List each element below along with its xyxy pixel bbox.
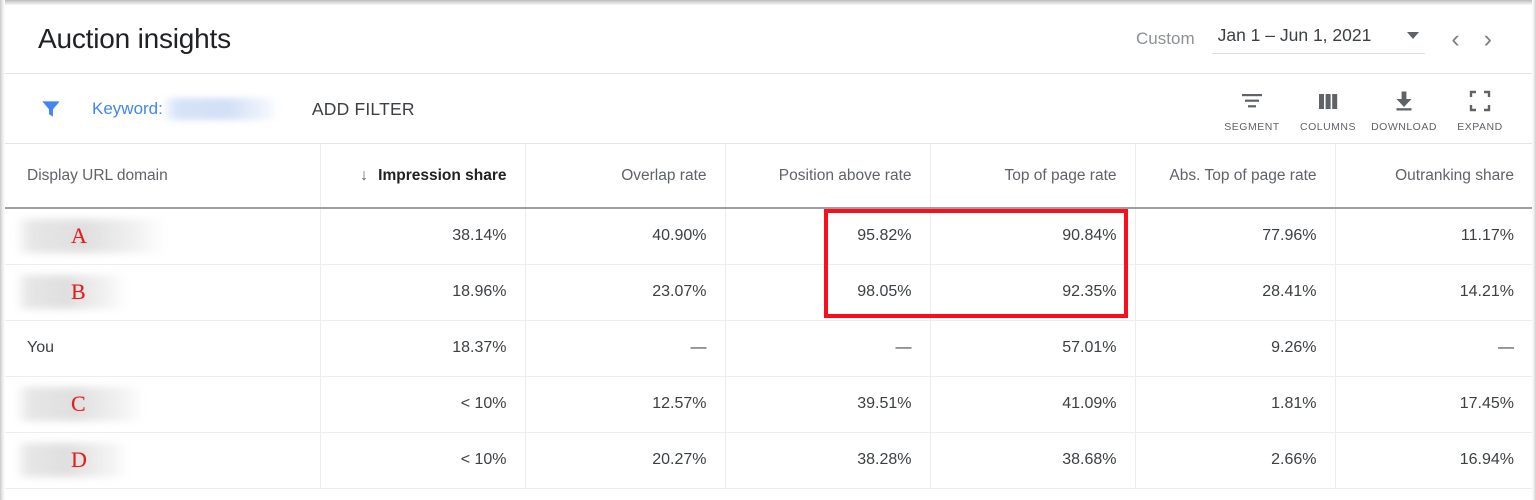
column-header-top-of-page-rate[interactable]: Top of page rate (930, 144, 1136, 209)
column-header-abs-top-of-page-rate[interactable]: Abs. Top of page rate (1135, 144, 1336, 209)
date-preset-label: Custom (1136, 29, 1195, 48)
cell-outranking-share: 14.21% (1335, 264, 1532, 321)
column-header-label: Top of page rate (1004, 166, 1117, 184)
keyword-filter-value-redacted (163, 98, 279, 120)
cell-display-url-domain: C (5, 376, 321, 433)
filter-bar: Keyword: ADD FILTER SEGMENT COLUMNS DOWN… (5, 74, 1532, 144)
cell-outranking-share: 16.94% (1335, 432, 1532, 489)
sort-desc-arrow-icon: ↓ (360, 166, 369, 184)
cell-overlap-rate: — (525, 320, 726, 377)
cell-outranking-share: — (1335, 320, 1532, 377)
column-header-label: Impression share (378, 166, 507, 184)
table-row[interactable]: A 38.14% 40.90% 95.82% 90.84% 77.96% 11.… (5, 208, 1532, 265)
cell-abs-top-of-page-rate: 2.66% (1135, 432, 1336, 489)
header-bar: Auction insights Custom Jan 1 – Jun 1, 2… (5, 5, 1532, 73)
column-header-label: Overlap rate (621, 166, 707, 184)
expand-label: EXPAND (1457, 120, 1503, 133)
segment-label: SEGMENT (1224, 120, 1280, 133)
auction-insights-table: Display URL domain ↓ Impression share Ove… (5, 144, 1532, 489)
cell-top-of-page-rate: 92.35% (930, 264, 1136, 321)
cell-outranking-share: 11.17% (1335, 208, 1532, 265)
date-range-selector[interactable]: Jan 1 – Jun 1, 2021 (1211, 24, 1426, 54)
cell-overlap-rate: 12.57% (525, 376, 726, 433)
cell-abs-top-of-page-rate: 28.41% (1135, 264, 1336, 321)
columns-icon (1316, 88, 1340, 114)
expand-button[interactable]: EXPAND (1442, 86, 1518, 133)
column-header-label: Abs. Top of page rate (1169, 166, 1317, 184)
row-annotation-letter: C (71, 391, 86, 416)
cell-impression-share: < 10% (320, 432, 526, 489)
redacted-domain-blur (17, 219, 165, 254)
chevron-left-icon[interactable]: ‹ (1439, 26, 1471, 52)
cell-overlap-rate: 40.90% (525, 208, 726, 265)
date-range-value: Jan 1 – Jun 1, 2021 (1217, 24, 1372, 45)
download-icon (1392, 88, 1416, 114)
filter-bar-left: Keyword: ADD FILTER (38, 74, 415, 144)
chevron-down-icon[interactable] (1407, 31, 1420, 39)
page-title: Auction insights (38, 23, 231, 54)
date-range-control: Custom Jan 1 – Jun 1, 2021 ‹ › (1136, 25, 1504, 54)
table-row[interactable]: You 18.37% — — 57.01% 9.26% — (5, 320, 1532, 377)
auction-insights-panel: Auction insights Custom Jan 1 – Jun 1, 2… (0, 0, 1536, 500)
table-head: Display URL domain ↓ Impression share Ove… (5, 144, 1532, 209)
cell-display-url-domain: You (5, 320, 321, 377)
cell-overlap-rate: 23.07% (525, 264, 726, 321)
row-label-you: You (27, 339, 54, 356)
cell-top-of-page-rate: 38.68% (930, 432, 1136, 489)
cell-position-above-rate: 95.82% (725, 208, 931, 265)
auction-insights-table-container: Display URL domain ↓ Impression share Ove… (5, 144, 1532, 500)
cell-overlap-rate: 20.27% (525, 432, 726, 489)
segment-icon (1240, 88, 1264, 114)
cell-impression-share: < 10% (320, 376, 526, 433)
download-button[interactable]: DOWNLOAD (1366, 86, 1442, 133)
columns-label: COLUMNS (1299, 120, 1356, 133)
download-label: DOWNLOAD (1371, 120, 1437, 133)
column-header-display-url-domain[interactable]: Display URL domain (5, 144, 321, 209)
table-row[interactable]: B 18.96% 23.07% 98.05% 92.35% 28.41% 14.… (5, 264, 1532, 321)
table-body: A 38.14% 40.90% 95.82% 90.84% 77.96% 11.… (5, 208, 1532, 489)
table-header-row: Display URL domain ↓ Impression share Ove… (5, 144, 1532, 209)
filter-funnel-icon[interactable] (38, 96, 64, 122)
column-header-outranking-share[interactable]: Outranking share (1335, 144, 1532, 209)
chevron-right-icon[interactable]: › (1472, 26, 1504, 52)
segment-button[interactable]: SEGMENT (1214, 86, 1290, 133)
cell-impression-share: 18.37% (320, 320, 526, 377)
column-header-label: Position above rate (778, 166, 912, 184)
keyword-filter-label: Keyword: (92, 99, 163, 118)
cell-abs-top-of-page-rate: 9.26% (1135, 320, 1336, 377)
column-header-impression-share[interactable]: ↓ Impression share (320, 144, 526, 209)
add-filter-button[interactable]: ADD FILTER (312, 99, 415, 120)
columns-button[interactable]: COLUMNS (1290, 86, 1366, 133)
cell-top-of-page-rate: 41.09% (930, 376, 1136, 433)
table-row[interactable]: C < 10% 12.57% 39.51% 41.09% 1.81% 17.45… (5, 376, 1532, 433)
cell-outranking-share: 17.45% (1335, 376, 1532, 433)
cell-display-url-domain: B (5, 264, 321, 321)
cell-top-of-page-rate: 90.84% (930, 208, 1136, 265)
cell-position-above-rate: 98.05% (725, 264, 931, 321)
cell-display-url-domain: A (5, 208, 321, 265)
cell-impression-share: 18.96% (320, 264, 526, 321)
table-row[interactable]: D < 10% 20.27% 38.28% 38.68% 2.66% 16.94… (5, 432, 1532, 489)
cell-abs-top-of-page-rate: 77.96% (1135, 208, 1336, 265)
expand-icon (1469, 88, 1491, 114)
column-header-position-above-rate[interactable]: Position above rate (725, 144, 931, 209)
cell-impression-share: 38.14% (320, 208, 526, 265)
cell-abs-top-of-page-rate: 1.81% (1135, 376, 1336, 433)
table-toolbar: SEGMENT COLUMNS DOWNLOAD EXPAND (1214, 86, 1518, 133)
window-right-edge (1532, 0, 1536, 500)
column-header-label: Display URL domain (27, 166, 168, 184)
cell-top-of-page-rate: 57.01% (930, 320, 1136, 377)
column-header-overlap-rate[interactable]: Overlap rate (525, 144, 726, 209)
column-header-label: Outranking share (1395, 166, 1514, 184)
cell-position-above-rate: 39.51% (725, 376, 931, 433)
row-annotation-letter: B (71, 279, 86, 304)
keyword-filter-chip[interactable]: Keyword: (92, 98, 279, 120)
cell-display-url-domain: D (5, 432, 321, 489)
cell-position-above-rate: — (725, 320, 931, 377)
cell-position-above-rate: 38.28% (725, 432, 931, 489)
row-annotation-letter: A (71, 223, 87, 249)
row-annotation-letter: D (71, 447, 87, 472)
